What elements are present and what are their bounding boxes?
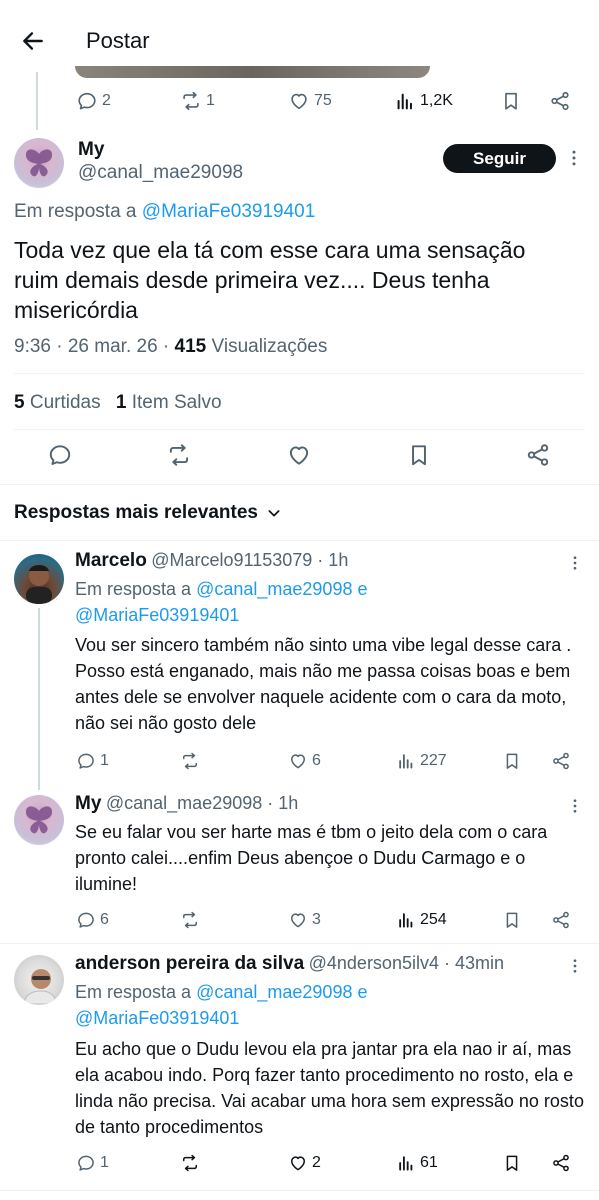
bookmark-button[interactable] bbox=[500, 90, 522, 112]
mention-link[interactable]: @MariaFe03919401 bbox=[75, 1008, 239, 1028]
author-handle[interactable]: @canal_mae29098 bbox=[78, 162, 243, 184]
share-icon bbox=[551, 1153, 571, 1173]
like-button[interactable]: 3 bbox=[288, 910, 321, 930]
reply-button[interactable]: 1 bbox=[76, 1153, 109, 1173]
reply-header: anderson pereira da silva @4nderson5ilv4… bbox=[75, 953, 504, 974]
bookmark-button[interactable] bbox=[502, 751, 522, 771]
mention-link[interactable]: @canal_mae29098 e bbox=[196, 579, 367, 599]
post-text: Toda vez que ela tá com esse cara uma se… bbox=[14, 237, 526, 323]
share-button[interactable] bbox=[549, 90, 571, 112]
reply-context: Em resposta a @canal_mae29098 e @MariaFe… bbox=[75, 982, 368, 1028]
avatar[interactable] bbox=[14, 795, 64, 845]
repost-icon bbox=[180, 1153, 200, 1173]
reply-header: Marcelo @Marcelo91153079 · 1h bbox=[75, 550, 349, 571]
bookmark-icon bbox=[500, 90, 522, 112]
butterfly-icon bbox=[25, 149, 53, 177]
reply-context: Em resposta a @canal_mae29098 e @MariaFe… bbox=[75, 579, 368, 625]
repost-icon bbox=[180, 90, 202, 112]
reply-button[interactable]: 6 bbox=[76, 910, 109, 930]
divider bbox=[0, 943, 599, 944]
more-vertical-icon[interactable] bbox=[566, 956, 584, 976]
person-photo bbox=[23, 969, 57, 1004]
bookmark-icon bbox=[502, 1153, 522, 1173]
comment-icon bbox=[76, 1153, 96, 1173]
bar-chart-icon bbox=[394, 90, 416, 112]
arrow-left-icon[interactable] bbox=[20, 28, 46, 54]
repost-icon bbox=[180, 751, 200, 771]
repost-icon[interactable] bbox=[166, 442, 192, 468]
like-button[interactable]: 75 bbox=[288, 90, 332, 112]
repost-button[interactable] bbox=[180, 751, 200, 771]
author-name[interactable]: My bbox=[78, 139, 104, 161]
divider bbox=[0, 540, 599, 541]
share-button[interactable] bbox=[551, 751, 571, 771]
share-icon bbox=[549, 90, 571, 112]
share-icon[interactable] bbox=[525, 442, 551, 468]
comment-icon[interactable] bbox=[47, 442, 73, 468]
share-icon bbox=[551, 910, 571, 930]
repost-button[interactable] bbox=[180, 910, 200, 930]
views-button[interactable]: 61 bbox=[396, 1153, 438, 1173]
sort-selector[interactable]: Respostas mais relevantes bbox=[14, 502, 282, 524]
person-photo bbox=[26, 565, 52, 604]
post-metadata: 9:36 · 26 mar. 26 · 415 Visualizações bbox=[14, 336, 328, 357]
butterfly-icon bbox=[25, 806, 53, 834]
bookmark-button[interactable] bbox=[502, 910, 522, 930]
comment-icon bbox=[76, 751, 96, 771]
more-vertical-icon[interactable] bbox=[564, 147, 584, 169]
avatar[interactable] bbox=[14, 554, 64, 604]
heart-icon bbox=[288, 90, 310, 112]
views-button[interactable]: 227 bbox=[396, 751, 447, 771]
views-button[interactable]: 1,2K bbox=[394, 90, 453, 112]
bar-chart-icon bbox=[396, 910, 416, 930]
like-button[interactable]: 2 bbox=[288, 1153, 321, 1173]
avatar[interactable] bbox=[14, 138, 64, 188]
chevron-down-icon bbox=[266, 505, 282, 521]
repost-button[interactable]: 1 bbox=[180, 90, 215, 112]
previous-post-media[interactable] bbox=[75, 66, 430, 78]
reply-header: My @canal_mae29098 · 1h bbox=[75, 793, 299, 814]
share-button[interactable] bbox=[551, 1153, 571, 1173]
repost-icon bbox=[180, 910, 200, 930]
reply-text: Eu acho que o Dudu levou ela pra jantar … bbox=[75, 1039, 584, 1137]
heart-icon bbox=[288, 751, 308, 771]
bookmark-button[interactable] bbox=[502, 1153, 522, 1173]
heart-icon bbox=[288, 1153, 308, 1173]
page-title: Postar bbox=[86, 28, 150, 53]
reply-text: Se eu falar vou ser harte mas é tbm o je… bbox=[75, 822, 548, 894]
thread-line bbox=[38, 608, 40, 790]
heart-icon[interactable] bbox=[286, 442, 312, 468]
reply-button[interactable]: 1 bbox=[76, 751, 109, 771]
bookmark-icon bbox=[502, 751, 522, 771]
bookmark-icon bbox=[502, 910, 522, 930]
follow-button[interactable]: Seguir bbox=[443, 144, 556, 173]
more-vertical-icon[interactable] bbox=[566, 553, 584, 573]
divider bbox=[14, 429, 585, 430]
reply-button[interactable]: 2 bbox=[76, 90, 111, 112]
mention-link[interactable]: @MariaFe03919401 bbox=[142, 201, 316, 222]
bar-chart-icon bbox=[396, 751, 416, 771]
mention-link[interactable]: @MariaFe03919401 bbox=[75, 605, 239, 625]
comment-icon bbox=[76, 910, 96, 930]
divider bbox=[0, 1190, 599, 1191]
thread-line bbox=[36, 72, 38, 130]
comment-icon bbox=[76, 90, 98, 112]
more-vertical-icon[interactable] bbox=[566, 796, 584, 816]
bar-chart-icon bbox=[396, 1153, 416, 1173]
views-button[interactable]: 254 bbox=[396, 910, 447, 930]
share-button[interactable] bbox=[551, 910, 571, 930]
reply-context: Em resposta a @MariaFe03919401 bbox=[14, 201, 316, 222]
avatar[interactable] bbox=[14, 955, 64, 1005]
bookmark-icon[interactable] bbox=[406, 442, 432, 468]
divider bbox=[0, 484, 599, 485]
repost-button[interactable] bbox=[180, 1153, 200, 1173]
divider bbox=[14, 373, 585, 374]
like-button[interactable]: 6 bbox=[288, 751, 321, 771]
share-icon bbox=[551, 751, 571, 771]
heart-icon bbox=[288, 910, 308, 930]
reply-text: Vou ser sincero também não sinto uma vib… bbox=[75, 635, 572, 733]
engagement-stats[interactable]: 5 Curtidas 1 Item Salvo bbox=[14, 392, 222, 414]
mention-link[interactable]: @canal_mae29098 e bbox=[196, 982, 367, 1002]
